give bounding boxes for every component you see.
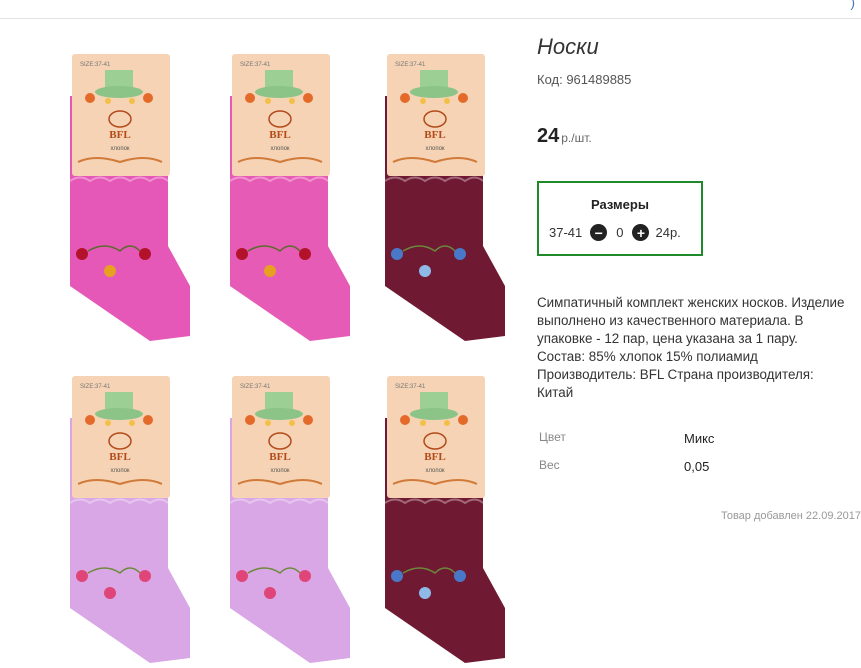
- description-line: Китай: [537, 385, 574, 400]
- size-label: 37-41: [549, 225, 583, 240]
- svg-text:хлопок: хлопок: [425, 146, 444, 152]
- flower: [419, 265, 431, 277]
- property-label-weight: Вес: [539, 458, 560, 472]
- description-line: Состав: 85% хлопок 15% полиамид: [537, 349, 758, 364]
- flower: [391, 570, 403, 582]
- flower: [139, 248, 151, 260]
- svg-text:хлопок: хлопок: [425, 468, 444, 474]
- property-label-color: Цвет: [539, 430, 566, 444]
- size-tag: SIZE:37-41: [80, 62, 111, 68]
- svg-text:BFL: BFL: [109, 451, 130, 463]
- quantity-value[interactable]: 0: [616, 225, 623, 240]
- flower: [299, 570, 311, 582]
- svg-text:хлопок: хлопок: [270, 146, 289, 152]
- flower: [264, 265, 276, 277]
- flower: [76, 570, 88, 582]
- minus-circle-icon[interactable]: −: [590, 224, 608, 241]
- description-line: упаковке - 12 пар, цена указана за 1 пар…: [537, 331, 798, 346]
- sock-svg: SIZE:37-41 BFL хлопок: [384, 376, 505, 663]
- flower: [419, 587, 431, 599]
- svg-text:BFL: BFL: [269, 129, 290, 141]
- size-tag: SIZE:37-41: [395, 384, 426, 390]
- svg-text:хлопок: хлопок: [110, 468, 129, 474]
- flower: [236, 570, 248, 582]
- sock-svg: SIZE:37-41 BFL хлопок: [384, 54, 505, 341]
- sock-image[interactable]: SIZE:37-41 BFL хлопок: [365, 368, 515, 668]
- flower: [104, 587, 116, 599]
- flower: [104, 265, 116, 277]
- svg-text:BFL: BFL: [109, 129, 130, 141]
- property-value-color: Микс: [684, 431, 715, 446]
- product-code: Код: 961489885: [537, 72, 632, 87]
- description-line: выполнено из качественного материала. В: [537, 313, 804, 328]
- flower: [454, 570, 466, 582]
- product-title: Носки: [537, 34, 599, 59]
- svg-text:хлопок: хлопок: [270, 468, 289, 474]
- sock-svg: SIZE:37-41 BFL хлопок: [229, 376, 350, 663]
- flower: [391, 248, 403, 260]
- scroll-hint-icon: ): [850, 0, 855, 10]
- sock-image[interactable]: SIZE:37-41 BFL хлопок: [365, 46, 515, 346]
- flower: [76, 248, 88, 260]
- size-tag: SIZE:37-41: [240, 62, 271, 68]
- sock-image[interactable]: SIZE:37-41 BFL хлопок: [50, 368, 200, 668]
- top-divider: [0, 18, 861, 19]
- flower: [139, 570, 151, 582]
- svg-text:BFL: BFL: [424, 451, 445, 463]
- product-gallery: SIZE:37-41 BFL хлопок SIZE:37-41 BFL хлопок SI…: [40, 38, 520, 663]
- flower: [454, 248, 466, 260]
- added-date: Товар добавлен 22.09.2017: [720, 510, 861, 522]
- price-value: 24: [537, 125, 560, 147]
- sock-svg: SIZE:37-41 BFL хлопок: [69, 376, 190, 663]
- property-value-weight: 0,05: [684, 459, 710, 474]
- size-tag: SIZE:37-41: [80, 384, 111, 390]
- flower: [236, 248, 248, 260]
- product-price: 24 р./шт.: [537, 125, 592, 148]
- sizes-title: Размеры: [591, 197, 649, 212]
- sock-svg: SIZE:37-41 BFL хлопок: [69, 54, 190, 341]
- sock-image[interactable]: SIZE:37-41 BFL хлопок: [50, 46, 200, 346]
- description-line: Симпатичный комплект женских носков. Изд…: [537, 295, 845, 310]
- product-description: Симпатичный комплект женских носков. Изд…: [537, 294, 861, 402]
- sock-svg: SIZE:37-41 BFL хлопок: [229, 54, 350, 341]
- svg-text:BFL: BFL: [424, 129, 445, 141]
- size-tag: SIZE:37-41: [240, 384, 271, 390]
- svg-text:хлопок: хлопок: [110, 146, 129, 152]
- plus-circle-icon[interactable]: +: [632, 224, 650, 241]
- flower: [264, 587, 276, 599]
- flower: [299, 248, 311, 260]
- size-tag: SIZE:37-41: [395, 62, 426, 68]
- sock-image[interactable]: SIZE:37-41 BFL хлопок: [210, 46, 360, 346]
- svg-text:BFL: BFL: [269, 451, 290, 463]
- description-line: Производитель: BFL Страна производителя:: [537, 367, 814, 382]
- sock-image[interactable]: SIZE:37-41 BFL хлопок: [210, 368, 360, 668]
- sizes-box: Размеры 37-41 − 0 + 24р.: [537, 181, 703, 256]
- size-row: 37-41 − 0 + 24р.: [549, 224, 681, 241]
- product-info: Носки Код: 961489885 24 р./шт. Размеры 37…: [537, 34, 861, 522]
- size-row-price: 24р.: [655, 225, 681, 240]
- price-unit: р./шт.: [561, 131, 592, 145]
